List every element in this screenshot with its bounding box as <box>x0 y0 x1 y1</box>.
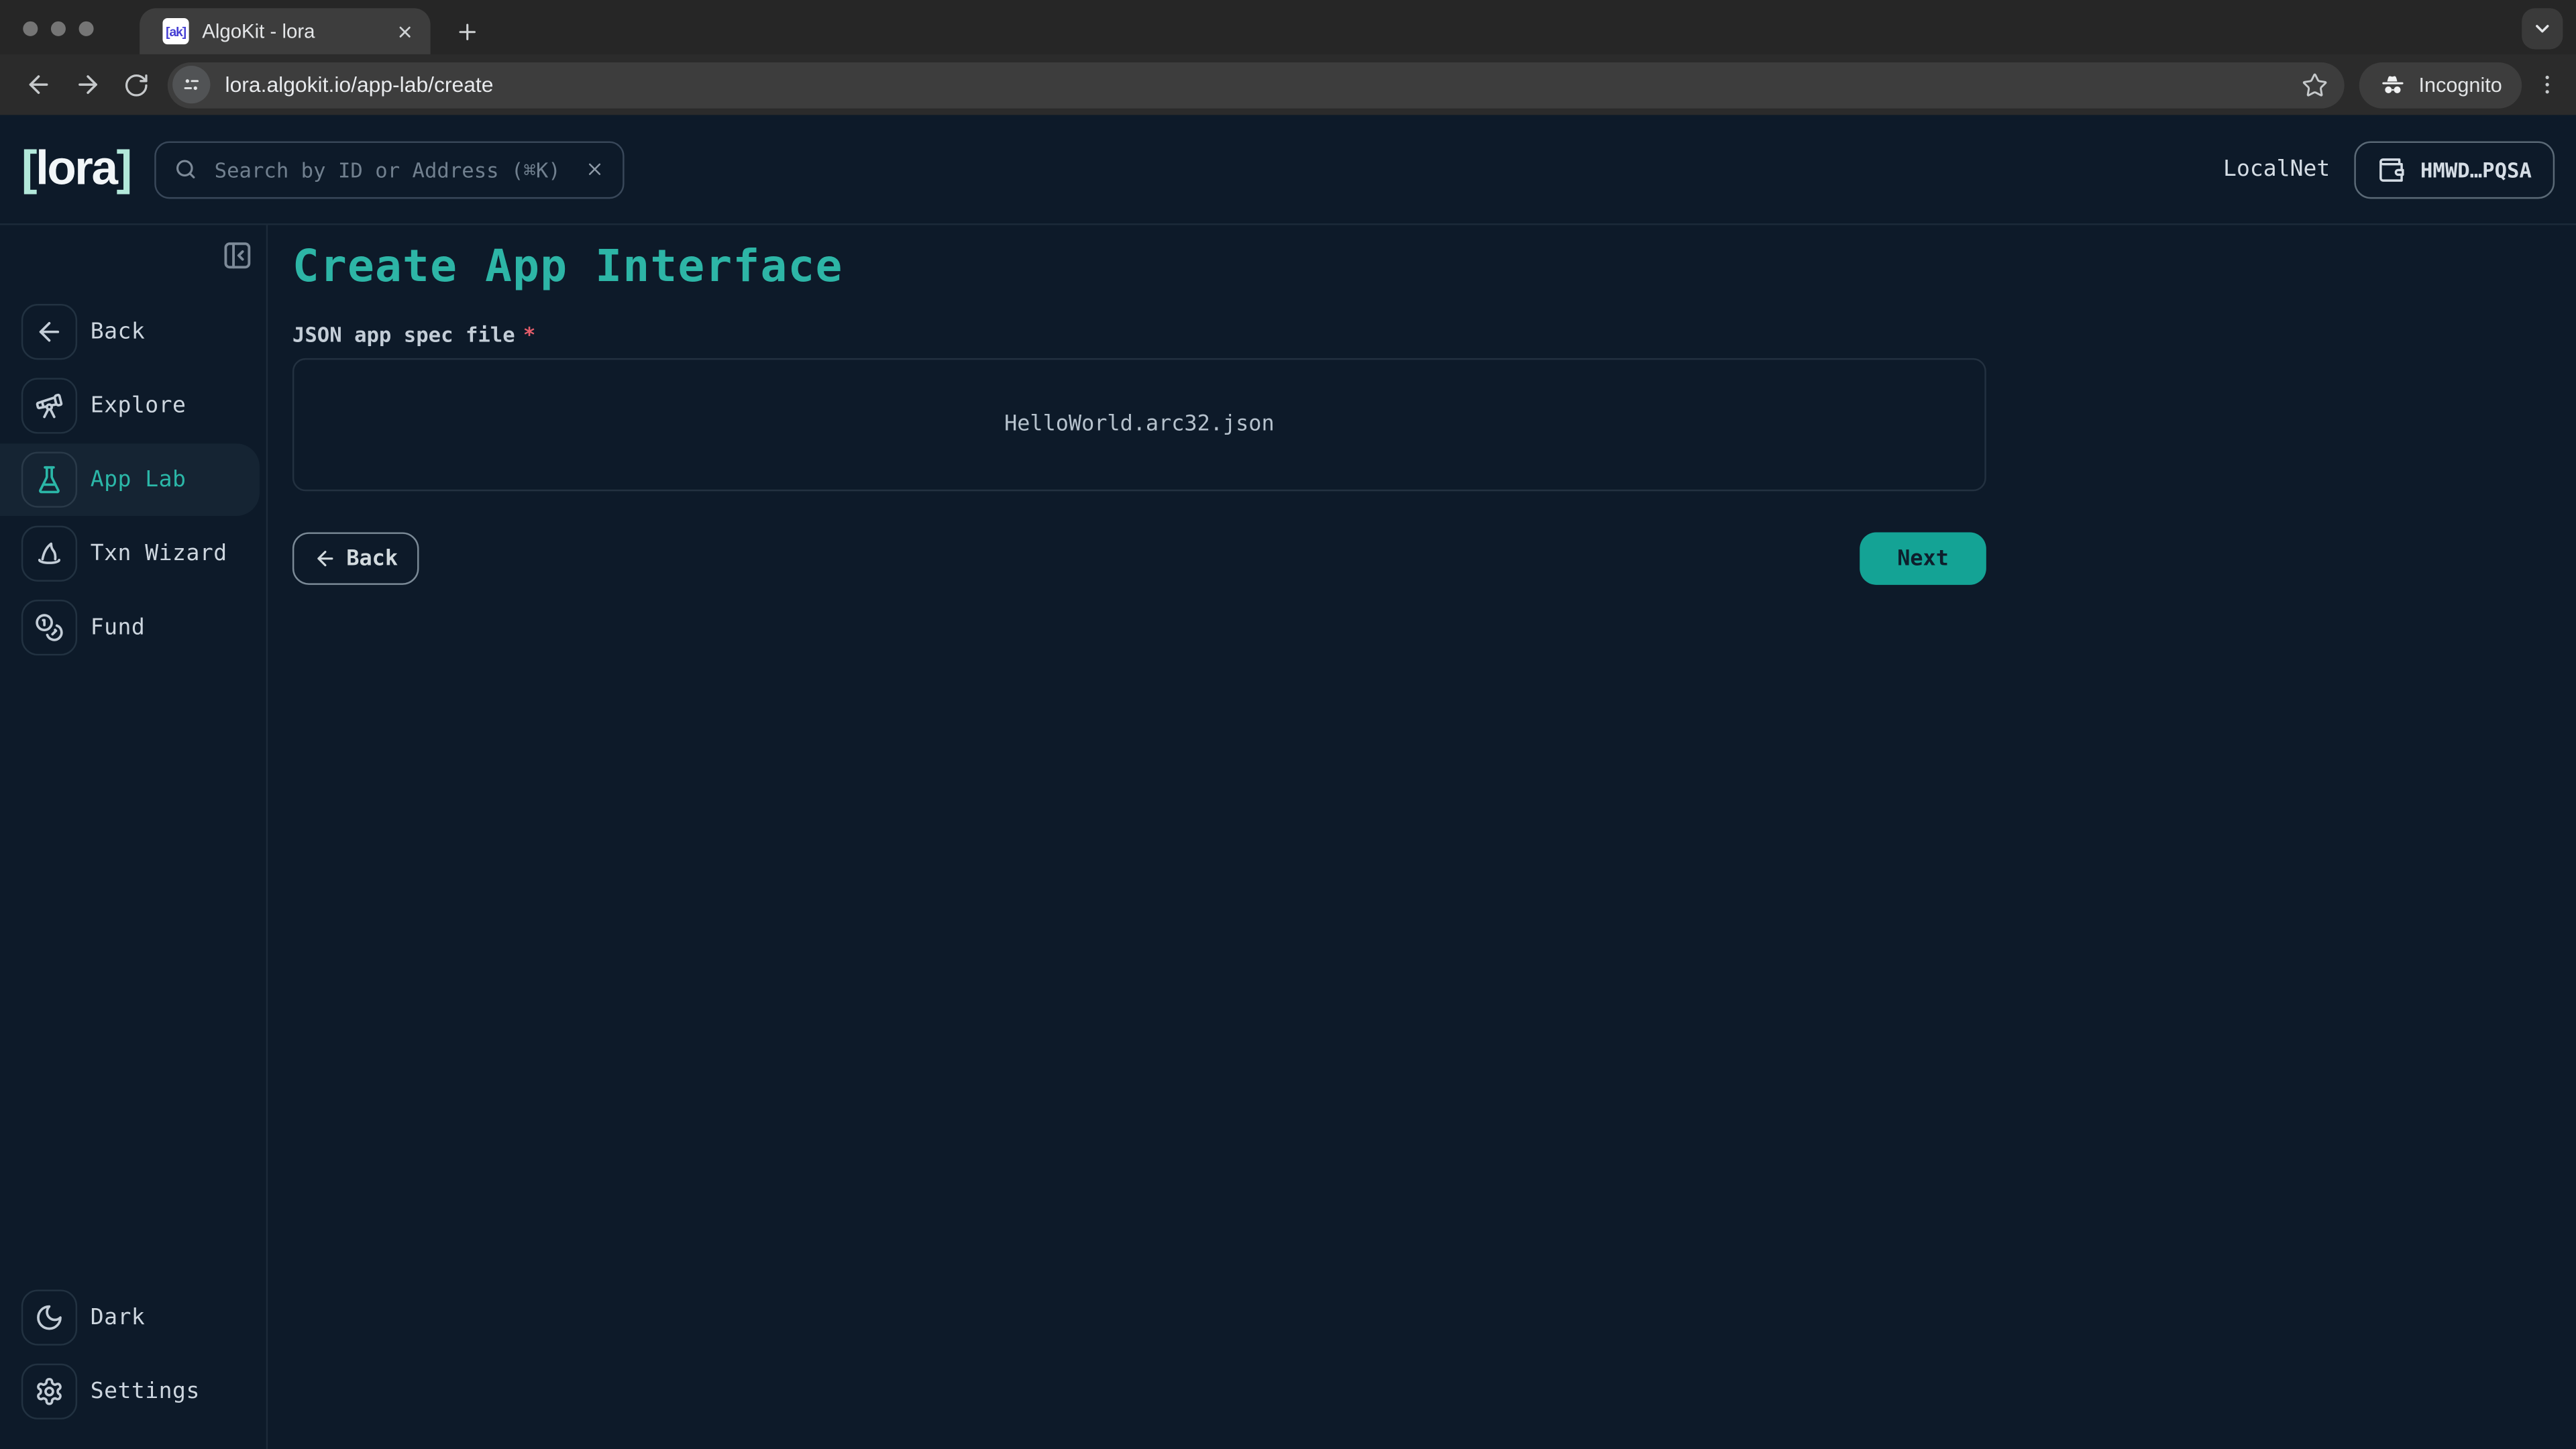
forward-nav-icon[interactable] <box>66 63 109 106</box>
reload-icon[interactable] <box>115 63 158 106</box>
file-dropzone[interactable]: HelloWorld.arc32.json <box>292 358 1986 491</box>
logo-bracket-open: [ <box>21 142 36 195</box>
collapse-sidebar-icon[interactable] <box>220 238 253 271</box>
wallet-button[interactable]: HMWD…PQSA <box>2355 140 2555 198</box>
incognito-label: Incognito <box>2419 73 2502 96</box>
bookmark-star-icon[interactable] <box>2302 72 2328 98</box>
back-nav-icon[interactable] <box>16 63 59 106</box>
arrow-left-icon <box>34 317 64 347</box>
flask-icon <box>34 465 64 494</box>
browser-menu-icon[interactable] <box>2535 72 2560 97</box>
sidebar-item-back[interactable]: Back <box>0 296 266 368</box>
required-marker: * <box>523 322 535 347</box>
tab-title: AlgoKit - lora <box>202 19 391 42</box>
minimize-window-button[interactable] <box>51 21 66 36</box>
clear-search-icon[interactable] <box>584 160 604 179</box>
logo-word: lora <box>36 142 116 195</box>
back-button[interactable]: Back <box>292 532 419 584</box>
url-text[interactable]: lora.algokit.io/app-lab/create <box>225 72 2302 97</box>
browser-toolbar: lora.algokit.io/app-lab/create Incognito <box>0 54 2576 115</box>
gear-icon <box>34 1377 64 1406</box>
sidebar-item-settings[interactable]: Settings <box>0 1355 266 1428</box>
sidebar: Back Explore App Lab <box>0 225 268 1449</box>
browser-window: [ak] AlgoKit - lora lora.algokit.io/a <box>0 0 2576 1449</box>
sidebar-item-fund[interactable]: Fund <box>0 592 266 664</box>
moon-icon <box>34 1303 64 1332</box>
network-label[interactable]: LocalNet <box>2223 156 2330 182</box>
sidebar-item-theme-dark[interactable]: Dark <box>0 1281 266 1354</box>
main-content: Create App Interface JSON app spec file*… <box>268 225 2576 1449</box>
telescope-icon <box>34 391 64 421</box>
app-header: [lora] LocalNet HMWD…PQSA <box>0 115 2576 225</box>
wizard-hat-icon <box>34 539 64 568</box>
close-tab-icon[interactable] <box>391 18 417 44</box>
window-controls[interactable] <box>23 21 93 36</box>
tab-strip: [ak] AlgoKit - lora <box>0 0 2576 54</box>
address-bar[interactable]: lora.algokit.io/app-lab/create <box>168 62 2345 108</box>
uploaded-file-name: HelloWorld.arc32.json <box>1004 413 1275 437</box>
field-label: JSON app spec file* <box>292 322 2576 347</box>
search-icon <box>173 158 196 180</box>
global-search[interactable] <box>154 140 623 198</box>
tab-search-button[interactable] <box>2522 8 2563 49</box>
coins-icon <box>34 612 64 642</box>
browser-tab[interactable]: [ak] AlgoKit - lora <box>140 8 430 54</box>
incognito-badge: Incognito <box>2359 62 2522 108</box>
arrow-left-icon <box>313 547 336 570</box>
search-input[interactable] <box>211 155 570 183</box>
logo-bracket-close: ] <box>117 142 131 195</box>
sidebar-item-txn-wizard[interactable]: Txn Wizard <box>0 517 266 590</box>
maximize-window-button[interactable] <box>79 21 94 36</box>
wallet-address: HMWD…PQSA <box>2420 157 2532 182</box>
sidebar-item-app-lab[interactable]: App Lab <box>0 443 260 516</box>
wallet-icon <box>2377 155 2406 183</box>
sidebar-item-explore[interactable]: Explore <box>0 370 266 442</box>
tab-favicon: [ak] <box>162 18 189 44</box>
page-title: Create App Interface <box>292 241 2576 292</box>
site-settings-icon[interactable] <box>172 66 210 103</box>
new-tab-button[interactable] <box>447 11 486 51</box>
lora-logo[interactable]: [lora] <box>21 142 131 197</box>
next-button[interactable]: Next <box>1860 532 1986 584</box>
incognito-icon <box>2379 70 2408 99</box>
lora-app: [lora] LocalNet HMWD…PQSA <box>0 115 2576 1449</box>
tab-favicon-text: [ak] <box>166 24 186 39</box>
close-window-button[interactable] <box>23 21 38 36</box>
